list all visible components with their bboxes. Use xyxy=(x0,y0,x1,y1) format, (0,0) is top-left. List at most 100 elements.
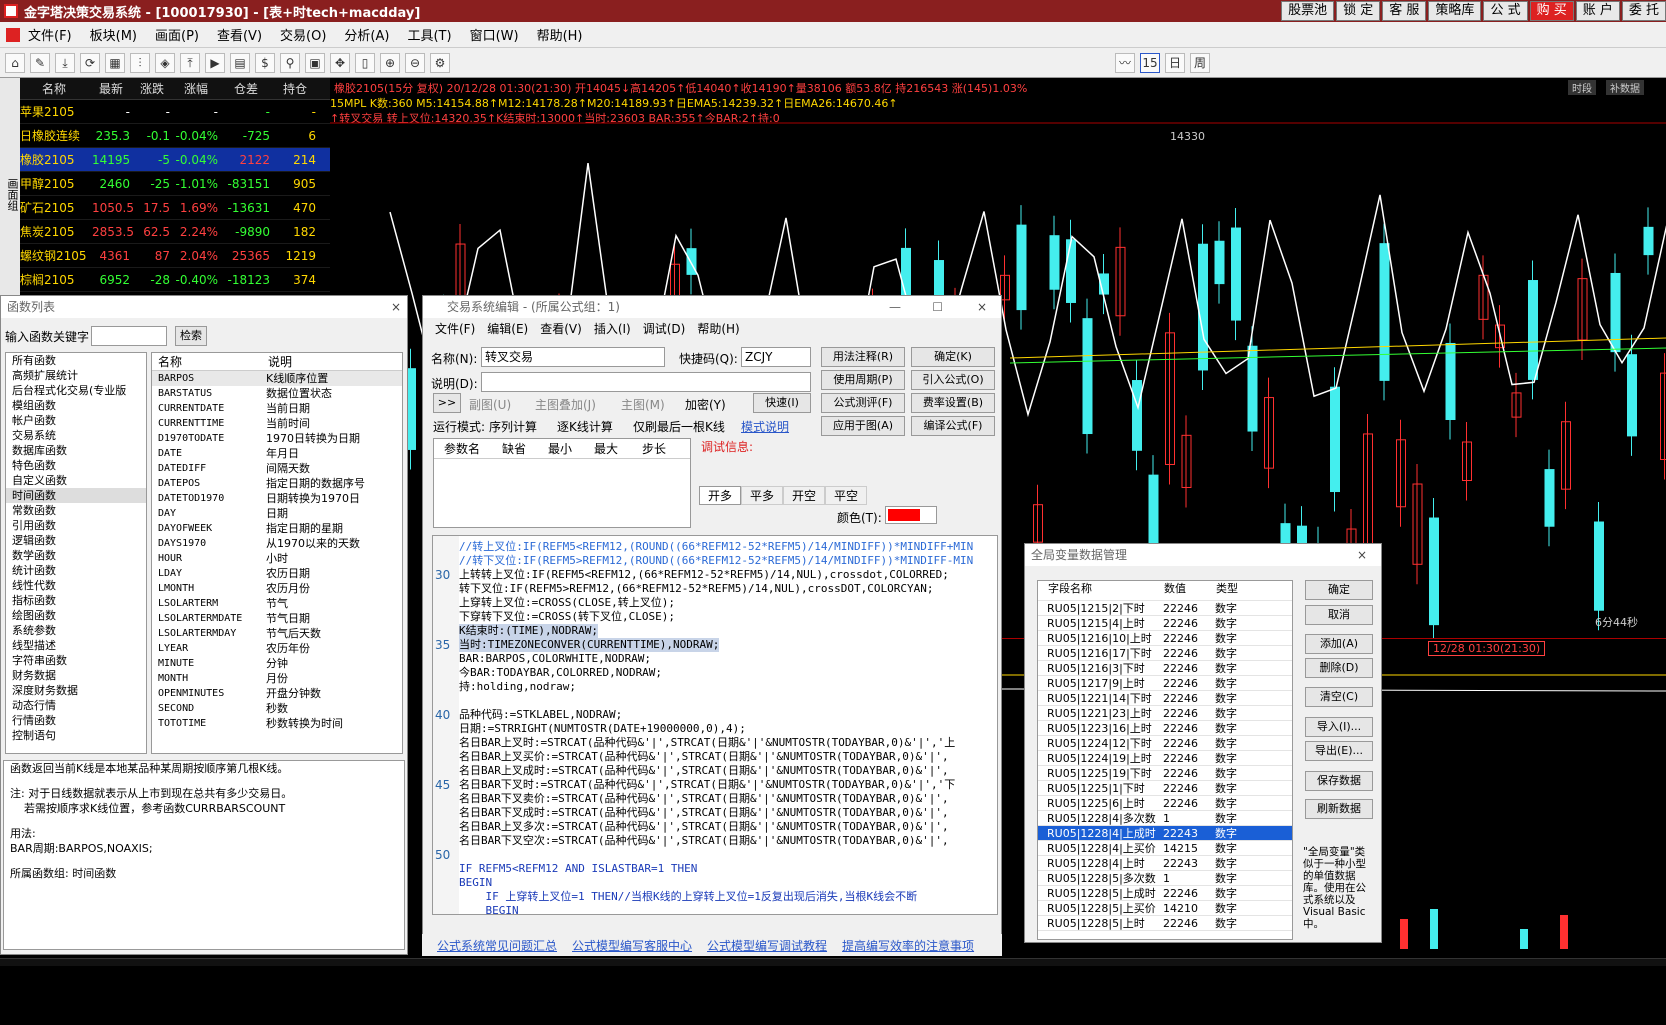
home-icon[interactable]: ⌂ xyxy=(5,52,25,73)
function-row[interactable]: LMONTH 农历月份 xyxy=(152,581,402,596)
compile-formula-button[interactable]: 编译公式(F) xyxy=(911,416,995,436)
import-formula-button[interactable]: 引入公式(O) xyxy=(911,370,995,390)
more-button[interactable]: >> xyxy=(433,393,461,413)
gv-export-button[interactable]: 导出(E)... xyxy=(1305,741,1373,761)
title-btn-order[interactable]: 委 托 xyxy=(1621,1,1666,21)
code-line[interactable]: 今BAR:TODAYBAR,COLORRED,NODRAW; xyxy=(459,666,662,680)
menu-window[interactable]: 窗口(W) xyxy=(470,25,519,44)
minimize-icon[interactable]: — xyxy=(889,296,901,318)
title-btn-stockpool[interactable]: 股票池 xyxy=(1281,1,1335,21)
run-mode-last[interactable]: 仅刷最后一根K线 xyxy=(633,418,725,435)
tab-open-short[interactable]: 开空 xyxy=(783,486,826,505)
code-line[interactable]: //转下叉位:IF(REFM5>REFM12,(ROUND((66*REFM12… xyxy=(459,554,973,568)
gv-row[interactable]: RU05|1216|10|上时 22246 数字 xyxy=(1038,631,1292,646)
quote-row[interactable]: 矿石2105 1050.5 17.5 1.69% -13631 470 xyxy=(20,196,330,220)
desc-input[interactable] xyxy=(481,372,811,392)
zoom-out-icon[interactable]: ⊖ xyxy=(405,52,425,73)
function-row[interactable]: DAY 日期 xyxy=(152,506,402,521)
function-row[interactable]: DATETOD1970 日期转换为1970日 xyxy=(152,491,402,506)
category-item[interactable]: 深度财务数据 xyxy=(6,683,146,698)
title-btn-account[interactable]: 账 户 xyxy=(1575,1,1620,21)
gv-row[interactable]: RU05|1228|4|多次数 1 数字 xyxy=(1038,811,1292,826)
category-item[interactable]: 特色函数 xyxy=(6,458,146,473)
editor-menu-help[interactable]: 帮助(H) xyxy=(697,318,739,340)
maximize-icon[interactable]: ☐ xyxy=(932,296,943,318)
gv-delete-button[interactable]: 删除(D) xyxy=(1305,658,1373,678)
quote-row[interactable]: 甲醇2105 2460 -25 -1.01% -83151 905 xyxy=(20,172,330,196)
menu-trade[interactable]: 交易(O) xyxy=(280,25,326,44)
gv-row[interactable]: RU05|1228|4|上买价 14215 数字 xyxy=(1038,841,1292,856)
category-item[interactable]: 系统参数 xyxy=(6,623,146,638)
run-mode-bar[interactable]: 逐K线计算 xyxy=(557,418,613,435)
function-row[interactable]: BARPOS K线顺序位置 xyxy=(152,371,402,386)
code-line[interactable]: 上穿转上叉位:=CROSS(CLOSE,转上叉位); xyxy=(459,596,675,610)
title-btn-lock[interactable]: 锁 定 xyxy=(1336,1,1381,21)
function-row[interactable]: LSOLARTERM 节气 xyxy=(152,596,402,611)
function-row[interactable]: HOUR 小时 xyxy=(152,551,402,566)
code-line[interactable]: K结束时:(TIME),NODRAW; xyxy=(459,624,598,638)
dollar-icon[interactable]: $ xyxy=(255,52,275,73)
zoom-in-icon[interactable]: ⊕ xyxy=(380,52,400,73)
title-btn-formula[interactable]: 公 式 xyxy=(1483,1,1528,21)
title-btn-service[interactable]: 客 服 xyxy=(1382,1,1427,21)
col-pos[interactable]: 持仓 xyxy=(274,78,320,99)
code-line[interactable]: 当时:TIMEZONECONVER(CURRENTTIME),NODRAW; xyxy=(459,638,720,652)
calc-icon[interactable]: ▣ xyxy=(305,52,325,73)
code-editor[interactable]: //转上叉位:IF(REFM5<REFM12,(ROUND((66*REFM12… xyxy=(432,535,998,915)
editor-menu-debug[interactable]: 调试(D) xyxy=(643,318,686,340)
close-icon[interactable]: × xyxy=(1357,544,1367,566)
gv-row[interactable]: RU05|1221|23|上时 22246 数字 xyxy=(1038,706,1292,721)
title-btn-strategy[interactable]: 策略库 xyxy=(1428,1,1482,21)
function-row[interactable]: DATEDIFF 间隔天数 xyxy=(152,461,402,476)
quote-row[interactable]: 焦炭2105 2853.5 62.5 2.24% -9890 182 xyxy=(20,220,330,244)
doc-icon[interactable]: ▤ xyxy=(230,52,250,73)
tab-close-long[interactable]: 平多 xyxy=(741,486,784,505)
fast-button[interactable]: 快速(I) xyxy=(753,393,811,413)
editor-menu-insert[interactable]: 插入(I) xyxy=(594,318,631,340)
menu-view[interactable]: 查看(V) xyxy=(217,25,262,44)
function-row[interactable]: LSOLARTERMDATE 节气日期 xyxy=(152,611,402,626)
gv-row[interactable]: RU05|1221|14|下时 22246 数字 xyxy=(1038,691,1292,706)
gv-row[interactable]: RU05|1228|5|多次数 1 数字 xyxy=(1038,871,1292,886)
gv-row[interactable]: RU05|1225|1|下时 22246 数字 xyxy=(1038,781,1292,796)
code-line[interactable]: 名日BAR下叉成时:=STRCAT(品种代码&'|',STRCAT(日期&'|'… xyxy=(459,806,949,820)
period-week-button[interactable]: 周 xyxy=(1190,52,1210,73)
formula-test-button[interactable]: 公式测评(F) xyxy=(821,393,905,413)
opt-sub-chart[interactable]: 副图(U) xyxy=(469,396,511,413)
category-item[interactable]: 指标函数 xyxy=(6,593,146,608)
gv-row[interactable]: RU05|1215|2|下时 22246 数字 xyxy=(1038,601,1292,616)
gv-cancel-button[interactable]: 取消 xyxy=(1305,605,1373,625)
code-line[interactable]: 名日BAR下叉时:=STRCAT(品种代码&'|',STRCAT(日期&'|'&… xyxy=(459,778,955,792)
download-icon[interactable]: ⤓ xyxy=(55,52,75,73)
gv-row[interactable]: RU05|1217|9|上时 22246 数字 xyxy=(1038,676,1292,691)
function-table[interactable]: 名称 说明 BARPOS K线顺序位置 BARSTATUS 数据位置状态 CURRENT… xyxy=(151,352,403,754)
editor-menu-view[interactable]: 查看(V) xyxy=(540,318,582,340)
function-row[interactable]: D1970TODATE 1970日转换为日期 xyxy=(152,431,402,446)
code-line[interactable]: IF 上穿转上叉位=1 THEN//当根K线的上穿转上叉位=1反复出现后消失,当… xyxy=(459,890,917,904)
function-row[interactable]: DAYS1970 从1970以来的天数 xyxy=(152,536,402,551)
gv-row[interactable]: RU05|1228|4|上成时 22243 数字 xyxy=(1038,826,1292,841)
tab-open-long[interactable]: 开多 xyxy=(699,486,742,505)
pen-icon[interactable]: ✎ xyxy=(30,52,50,73)
code-line[interactable]: BEGIN xyxy=(459,876,492,890)
gv-row[interactable]: RU05|1216|17|下时 22246 数字 xyxy=(1038,646,1292,661)
code-line[interactable]: 品种代码:=STKLABEL,NODRAW; xyxy=(459,708,622,722)
gv-row[interactable]: RU05|1215|4|上时 22246 数字 xyxy=(1038,616,1292,631)
code-line[interactable]: 上转转上叉位:IF(REFM5<REFM12,(66*REFM12-52*REF… xyxy=(459,568,949,582)
menu-screen[interactable]: 画面(P) xyxy=(155,25,199,44)
col-oi[interactable]: 仓差 xyxy=(222,78,274,99)
code-line[interactable]: BAR:BARPOS,COLORWHITE,NODRAW; xyxy=(459,652,651,666)
code-line[interactable]: 名日BAR下叉卖价:=STRCAT(品种代码&'|',STRCAT(日期&'|'… xyxy=(459,792,949,806)
period-day-button[interactable]: 日 xyxy=(1165,52,1185,73)
quote-row[interactable]: 日橡胶连续 235.3 -0.1 -0.04% -725 6 xyxy=(20,124,330,148)
opt-main-overlay[interactable]: 主图叠加(J) xyxy=(535,396,596,413)
category-item[interactable]: 数据库函数 xyxy=(6,443,146,458)
gv-refresh-button[interactable]: 刷新数据 xyxy=(1305,799,1373,819)
col-last[interactable]: 最新 xyxy=(92,78,134,99)
period-15-button[interactable]: 15 xyxy=(1140,52,1160,73)
gv-row[interactable]: RU05|1216|3|下时 22246 数字 xyxy=(1038,661,1292,676)
gv-row[interactable]: RU05|1228|5|上时 22246 数字 xyxy=(1038,916,1292,931)
kline-icon[interactable]: ⫶ xyxy=(130,52,150,73)
gv-row[interactable]: RU05|1224|12|下时 22246 数字 xyxy=(1038,736,1292,751)
category-item[interactable]: 交易系统 xyxy=(6,428,146,443)
